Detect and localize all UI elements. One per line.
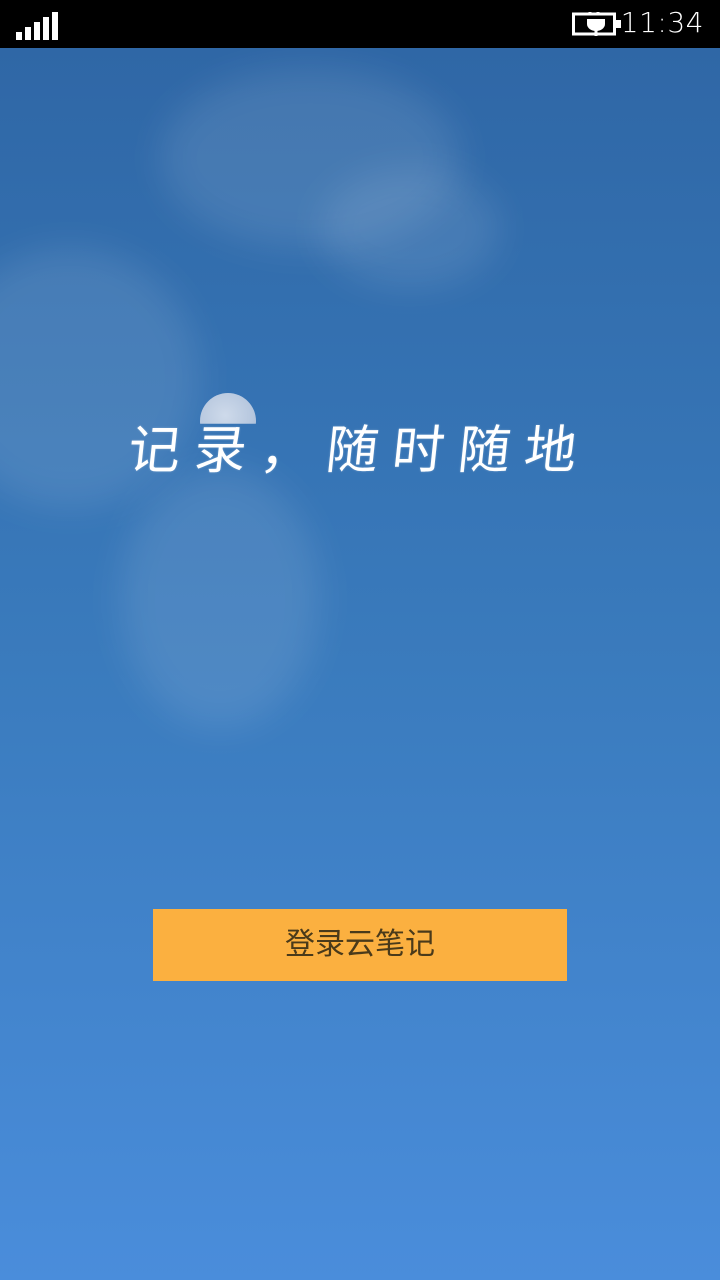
cloud-wisp [120, 468, 320, 728]
login-cloud-notes-button[interactable]: 登录云笔记 [153, 909, 567, 981]
status-bar: 11:34 [0, 0, 720, 48]
signal-bars-icon [16, 10, 60, 40]
cloud-wisp [320, 168, 500, 288]
battery-charging-icon [572, 12, 621, 36]
slogan-text: 记录，随时随地 [125, 421, 594, 481]
app-screen: 11:34 记录，随时随地 登录云笔记 [0, 0, 720, 1280]
sky-background [0, 48, 720, 1280]
status-time: 11:34 [620, 6, 704, 39]
